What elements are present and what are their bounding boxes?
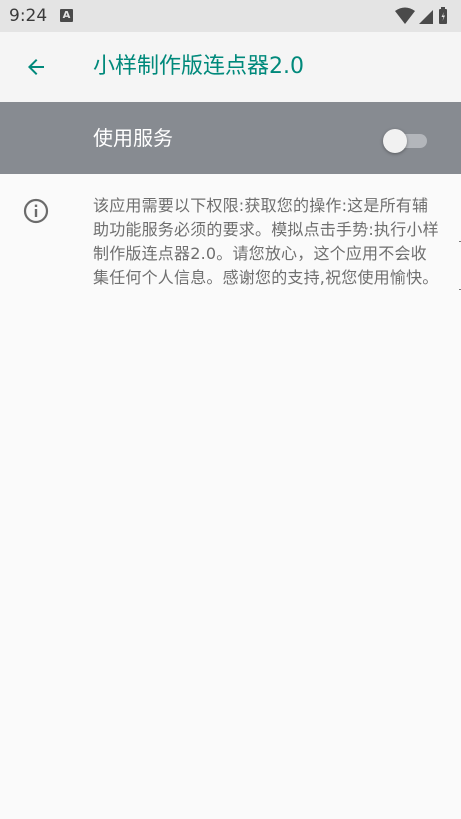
a-icon: A bbox=[60, 9, 73, 22]
arrow-left-icon bbox=[28, 59, 44, 75]
toggle-thumb bbox=[383, 129, 407, 153]
toolbar: 小样制作版连点器2.0 bbox=[0, 32, 461, 102]
permission-description: 该应用需要以下权限:获取您的操作:这是所有辅助功能服务必须的要求。模拟点击手势:… bbox=[93, 196, 439, 287]
signal-icon bbox=[419, 10, 433, 24]
status-bar: 9:24 A bbox=[0, 0, 461, 32]
status-time: 9:24 bbox=[9, 6, 48, 26]
use-service-toggle[interactable] bbox=[383, 126, 427, 153]
info-icon bbox=[23, 198, 49, 224]
status-icons bbox=[393, 6, 453, 26]
page-title: 小样制作版连点器2.0 bbox=[93, 54, 304, 79]
use-service-switch-bar[interactable]: 使用服务 bbox=[0, 102, 461, 174]
battery-icon bbox=[439, 7, 447, 24]
use-service-label: 使用服务 bbox=[93, 126, 173, 150]
wifi-icon bbox=[395, 7, 415, 24]
back-button[interactable] bbox=[18, 49, 54, 85]
